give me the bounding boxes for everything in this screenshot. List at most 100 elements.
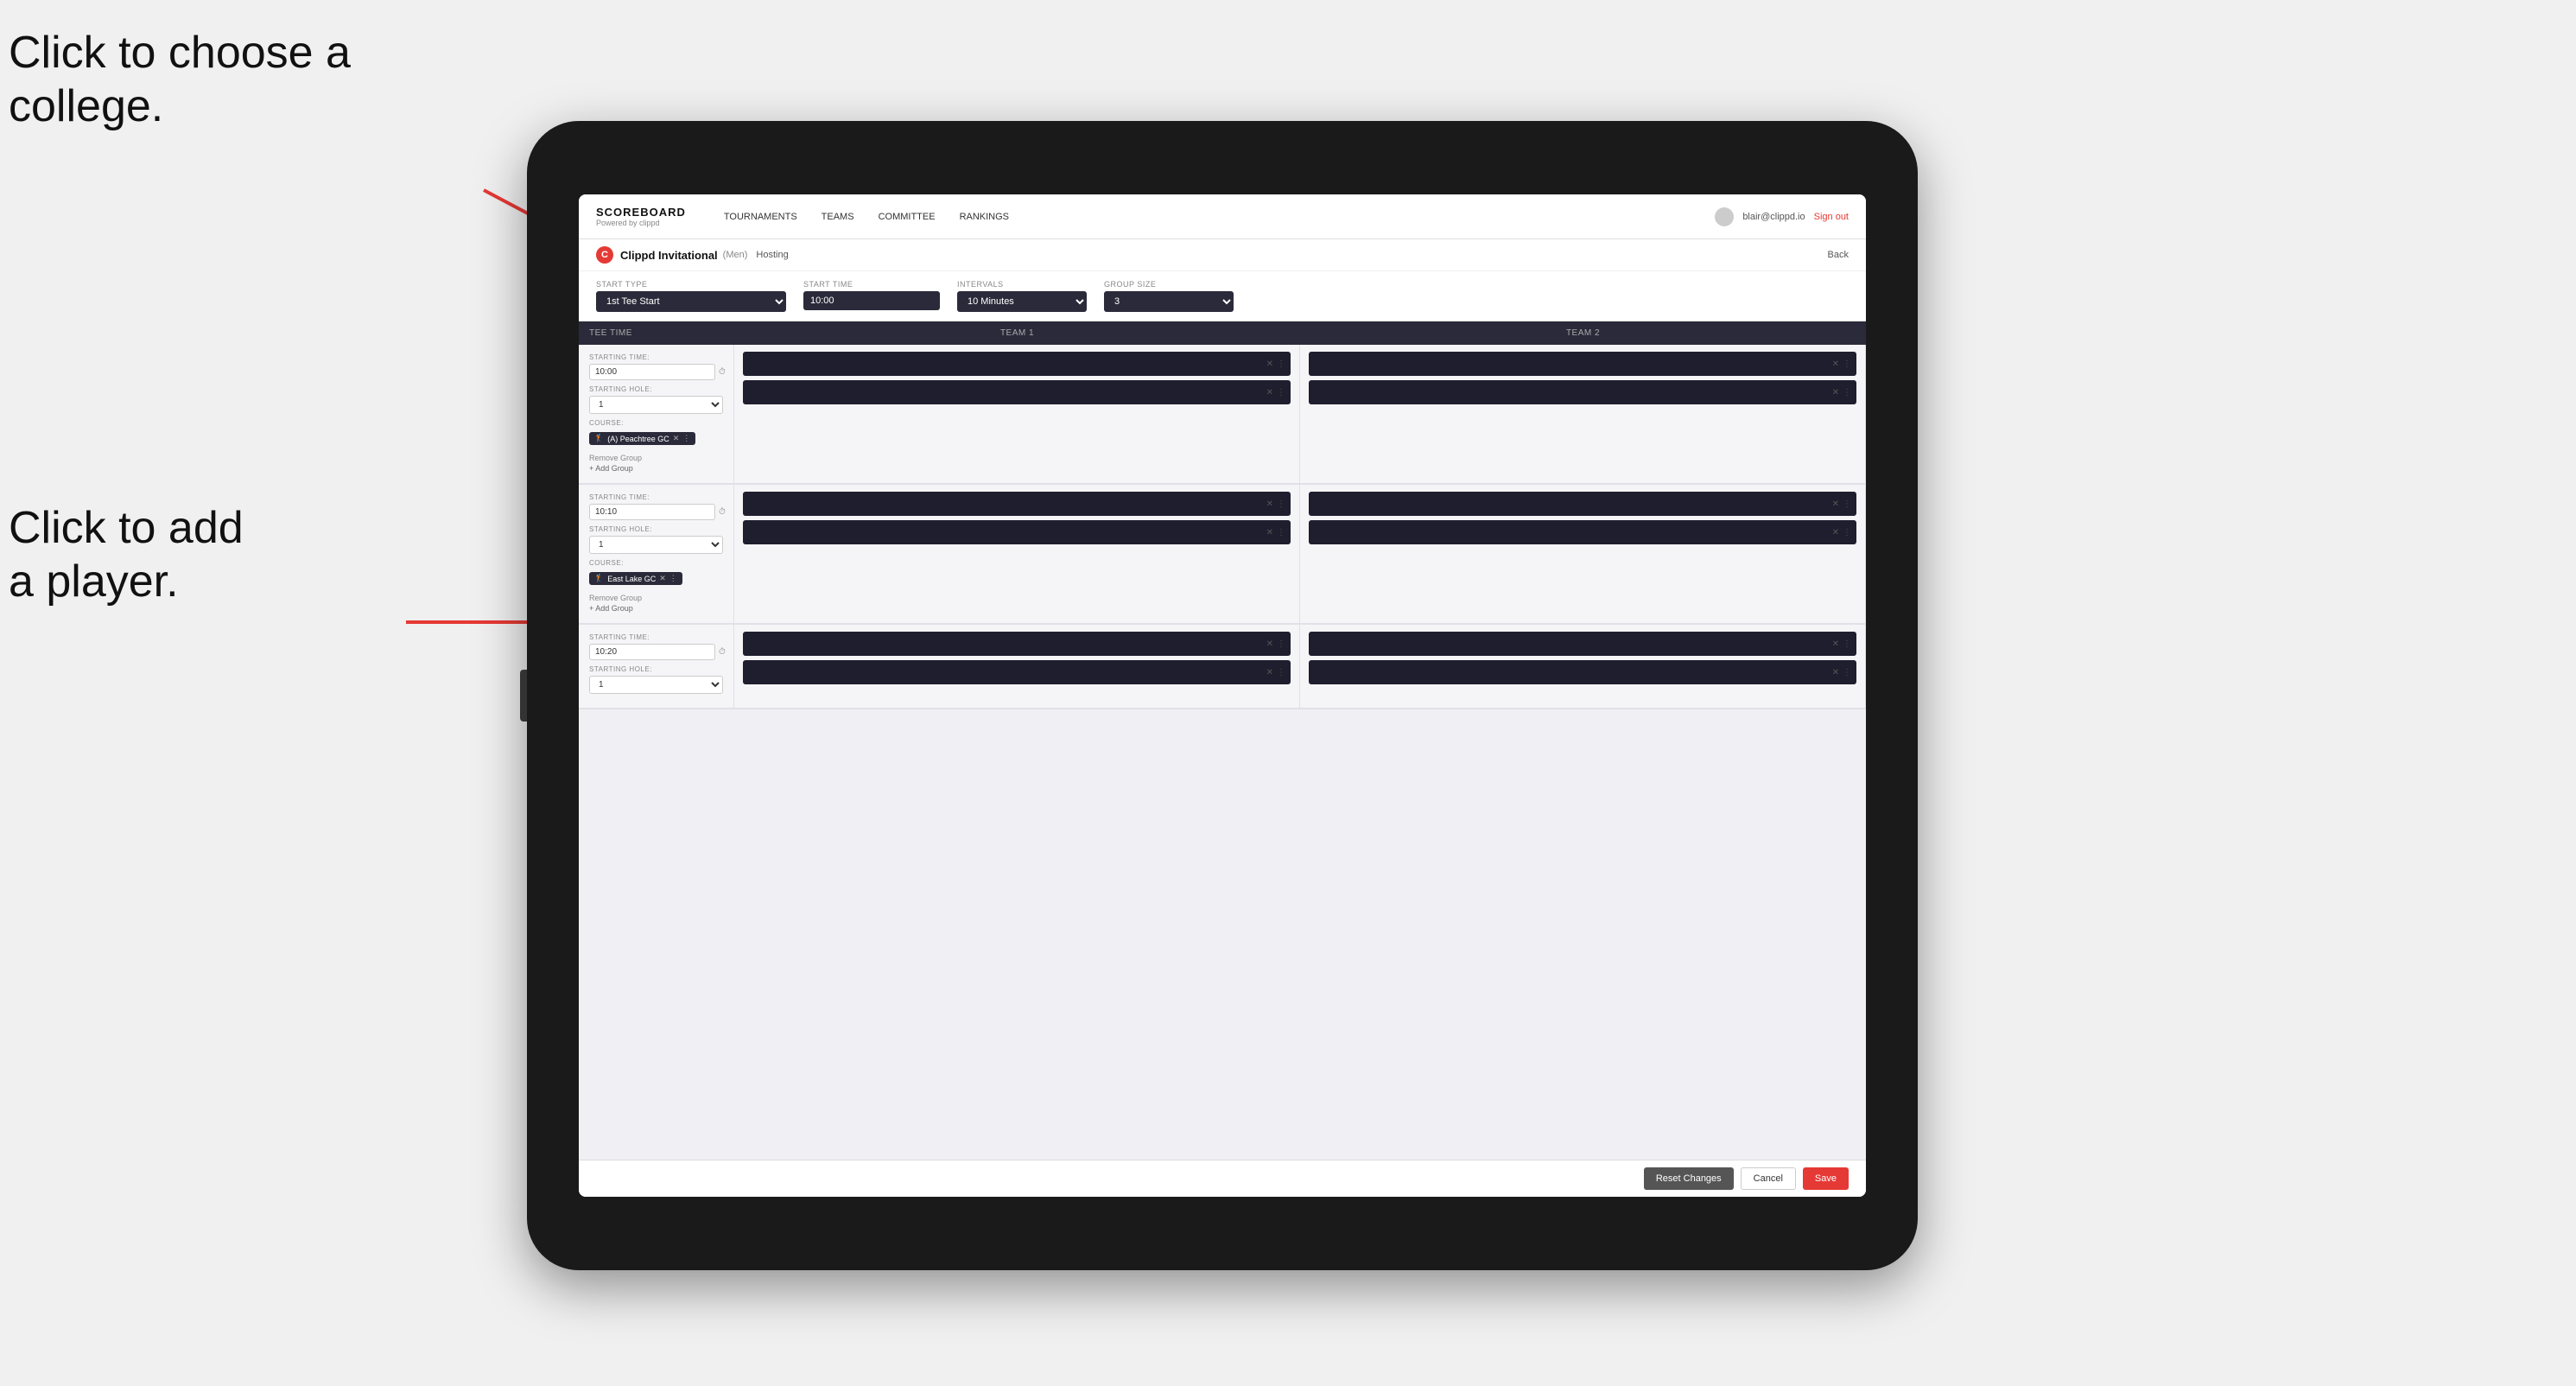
remove-group-2[interactable]: Remove Group: [589, 594, 723, 602]
more-icon-2-1: ⋮: [1843, 359, 1851, 369]
expand-icon-3-1: ✕: [1266, 499, 1273, 509]
more-icon-5-2: ⋮: [1277, 668, 1285, 677]
save-button[interactable]: Save: [1803, 1167, 1849, 1190]
expand-icon-4-2: ✕: [1832, 528, 1839, 537]
sign-out-link[interactable]: Sign out: [1814, 212, 1849, 222]
main-content: Tee Time Team 1 Team 2 STARTING TIME: ⏱ …: [579, 321, 1866, 1160]
clock-icon-1: ⏱: [719, 367, 726, 377]
tournament-tag: (Men): [723, 250, 748, 260]
group-size-select[interactable]: 3 4 2: [1104, 291, 1234, 312]
nav-tournaments[interactable]: TOURNAMENTS: [712, 194, 809, 239]
expand-icon-1-2: ✕: [1266, 388, 1273, 397]
nav-committee[interactable]: COMMITTEE: [866, 194, 948, 239]
brand-title: SCOREBOARD: [596, 206, 686, 219]
course-tag-1: 🏌 (A) Peachtree GC ✕ ⋮: [589, 432, 695, 445]
expand-icon-3-2: ✕: [1266, 528, 1273, 537]
table-row: STARTING TIME: ⏱ STARTING HOLE: 1 10: [579, 485, 1866, 625]
intervals-label: Intervals: [957, 280, 1087, 289]
intervals-group: Intervals 10 Minutes 8 Minutes 12 Minute…: [957, 280, 1087, 312]
brand: SCOREBOARD Powered by clippd: [596, 206, 686, 227]
player-slot-6-1[interactable]: ✕ ⋮: [1309, 632, 1856, 656]
nav-rankings[interactable]: RANKINGS: [948, 194, 1021, 239]
action-links-2: Remove Group + Add Group: [589, 594, 723, 613]
player-slot-1-1[interactable]: ✕ ⋮: [743, 352, 1291, 376]
more-icon-6-2: ⋮: [1843, 668, 1851, 677]
intervals-select[interactable]: 10 Minutes 8 Minutes 12 Minutes: [957, 291, 1087, 312]
starting-time-input-2[interactable]: [589, 504, 715, 520]
starting-time-label-2: STARTING TIME:: [589, 493, 723, 501]
table-header: Tee Time Team 1 Team 2: [579, 321, 1866, 345]
expand-icon-5-1: ✕: [1266, 639, 1273, 649]
th-team1: Team 1: [734, 321, 1300, 345]
course-name-2: East Lake GC: [607, 575, 656, 583]
starting-hole-select-1[interactable]: 1 10: [589, 396, 723, 414]
sub-header-logo: C: [596, 246, 613, 264]
more-icon-6-1: ⋮: [1843, 639, 1851, 649]
starting-time-input-1[interactable]: [589, 364, 715, 380]
player-slot-2-1[interactable]: ✕ ⋮: [1309, 352, 1856, 376]
more-icon-1-1: ⋮: [1277, 359, 1285, 369]
edit-course-1[interactable]: ⋮: [682, 434, 690, 443]
tablet-frame: SCOREBOARD Powered by clippd TOURNAMENTS…: [527, 121, 1918, 1270]
start-time-input[interactable]: [803, 291, 940, 310]
starting-time-input-3[interactable]: [589, 644, 715, 660]
starting-hole-row-2: 1 10: [589, 536, 723, 554]
player-slot-3-2[interactable]: ✕ ⋮: [743, 520, 1291, 544]
more-icon-5-1: ⋮: [1277, 639, 1285, 649]
remove-group-1[interactable]: Remove Group: [589, 454, 723, 462]
remove-course-2[interactable]: ✕: [659, 574, 666, 583]
action-links-1: Remove Group + Add Group: [589, 454, 723, 473]
remove-course-1[interactable]: ✕: [673, 434, 680, 443]
more-icon-3-2: ⋮: [1277, 528, 1285, 537]
start-time-label: Start Time: [803, 280, 940, 289]
player-slot-2-2[interactable]: ✕ ⋮: [1309, 380, 1856, 404]
th-tee-time: Tee Time: [579, 321, 734, 345]
course-label-1: COURSE:: [589, 419, 723, 427]
tee-left-1: STARTING TIME: ⏱ STARTING HOLE: 1 10: [579, 345, 734, 483]
player-slot-5-2[interactable]: ✕ ⋮: [743, 660, 1291, 684]
team2-cell-3: ✕ ⋮ ✕ ⋮: [1300, 625, 1866, 708]
expand-icon-4-1: ✕: [1832, 499, 1839, 509]
team1-cell-1: ✕ ⋮ ✕ ⋮: [734, 345, 1300, 483]
more-icon-1-2: ⋮: [1277, 388, 1285, 397]
start-type-group: Start Type 1st Tee Start Shotgun Start: [596, 280, 786, 312]
starting-hole-label-2: STARTING HOLE:: [589, 525, 723, 533]
back-button[interactable]: Back: [1828, 250, 1849, 260]
cancel-button[interactable]: Cancel: [1741, 1167, 1796, 1190]
starting-time-row-3: ⏱: [589, 644, 723, 660]
reset-button[interactable]: Reset Changes: [1644, 1167, 1734, 1190]
group-size-label: Group Size: [1104, 280, 1234, 289]
starting-time-row-1: ⏱: [589, 364, 723, 380]
nav-links: TOURNAMENTS TEAMS COMMITTEE RANKINGS: [712, 194, 1715, 239]
player-slot-3-1[interactable]: ✕ ⋮: [743, 492, 1291, 516]
user-avatar: [1715, 207, 1734, 226]
table-row: STARTING TIME: ⏱ STARTING HOLE: 1 10: [579, 345, 1866, 485]
add-group-2[interactable]: + Add Group: [589, 604, 723, 613]
starting-time-label-1: STARTING TIME:: [589, 353, 723, 361]
player-slot-5-1[interactable]: ✕ ⋮: [743, 632, 1291, 656]
course-label-2: COURSE:: [589, 559, 723, 567]
player-slot-6-2[interactable]: ✕ ⋮: [1309, 660, 1856, 684]
player-slot-4-1[interactable]: ✕ ⋮: [1309, 492, 1856, 516]
group-size-group: Group Size 3 4 2: [1104, 280, 1234, 312]
nav-teams[interactable]: TEAMS: [809, 194, 866, 239]
starting-hole-select-2[interactable]: 1 10: [589, 536, 723, 554]
more-icon-3-1: ⋮: [1277, 499, 1285, 509]
th-team2: Team 2: [1300, 321, 1866, 345]
bottom-bar: Reset Changes Cancel Save: [579, 1160, 1866, 1197]
player-slot-4-2[interactable]: ✕ ⋮: [1309, 520, 1856, 544]
sub-header: C Clippd Invitational (Men) Hosting Back: [579, 239, 1866, 271]
starting-hole-row-1: 1 10: [589, 396, 723, 414]
starting-hole-select-3[interactable]: 1 10: [589, 676, 723, 694]
tee-left-3: STARTING TIME: ⏱ STARTING HOLE: 1 10: [579, 625, 734, 708]
start-type-select[interactable]: 1st Tee Start Shotgun Start: [596, 291, 786, 312]
edit-course-2[interactable]: ⋮: [669, 574, 677, 583]
tee-times-list: STARTING TIME: ⏱ STARTING HOLE: 1 10: [579, 345, 1866, 1160]
player-slot-1-2[interactable]: ✕ ⋮: [743, 380, 1291, 404]
team2-cell-1: ✕ ⋮ ✕ ⋮: [1300, 345, 1866, 483]
nav-right: blair@clippd.io Sign out: [1715, 207, 1849, 226]
table-row: STARTING TIME: ⏱ STARTING HOLE: 1 10: [579, 625, 1866, 709]
add-group-1[interactable]: + Add Group: [589, 464, 723, 473]
expand-icon-5-2: ✕: [1266, 668, 1273, 677]
expand-icon-6-2: ✕: [1832, 668, 1839, 677]
